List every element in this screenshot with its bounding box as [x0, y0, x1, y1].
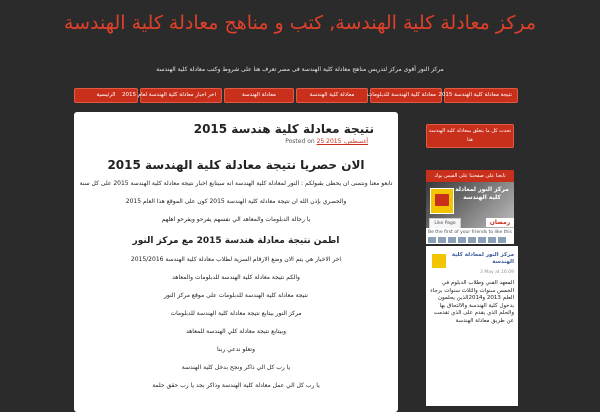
post-line: وبيتابع نتيجة معادلة كلي الهندسة للمعاهد — [185, 328, 287, 335]
post-meta-label: Posted on — [285, 138, 315, 145]
post-line: نتيجة معادلة كلية الهندسة للدبلومات على … — [164, 292, 308, 299]
post-line: والحصري بإذن الله ان نتيجة معادلة كلية ا… — [125, 198, 347, 205]
nav-item-news-2015[interactable]: اخر اخبار معادلة كلية الهندسة لعام 2015 — [122, 88, 222, 103]
post-line: مركز النور بيتابع نتيجة معادلة كلية الهن… — [170, 310, 302, 317]
sidebar-subscribe-box[interactable]: تحدث كل ما يتعلق بمعادلة كلية الهندسة هن… — [426, 124, 514, 148]
avatar[interactable] — [478, 237, 486, 243]
post-title[interactable]: نتيجة معادلة كلية هندسة 2015 — [134, 122, 374, 136]
post-line: يا رب كل الي ذاكر ونجح بدخل كلية الهندسة — [181, 364, 291, 371]
main-nav: الرئيسية اخر اخبار معادلة كلية الهندسة ل… — [74, 88, 518, 103]
fb-post-header: مركز النور لمعادلة كلية الهندسة 3 May at… — [428, 250, 516, 280]
post-heading-1: الان حصريا نتيجة معادلة كلية الهندسة 201… — [107, 158, 365, 172]
fb-post: مركز النور لمعادلة كلية الهندسة 3 May at… — [426, 246, 518, 406]
fb-post-author[interactable]: مركز النور لمعادلة كلية الهندسة — [448, 252, 514, 266]
post-line: وتعلو ندعي ربنا — [217, 346, 255, 353]
post-line: والكم نتيجة معادلة كلية الهندسة للدبلوما… — [172, 274, 300, 281]
post-date-link[interactable]: 25 أغسطس، 2015 — [317, 138, 368, 145]
nav-item-engineering-college[interactable]: معادلة كلية الهندسة — [296, 88, 368, 103]
fb-post-text: المعهد الفني وطلاب الدبلوم في الخمس سنوا… — [430, 280, 514, 324]
fb-post-avatar[interactable] — [432, 254, 446, 268]
post-meta: Posted on 25 أغسطس، 2015 — [108, 138, 368, 145]
fb-post-date[interactable]: 3 May at 16:09 — [448, 270, 514, 275]
avatar[interactable] — [438, 237, 446, 243]
post-line: يا رجالة الدبلومات والمعاهد الي نفسهم يف… — [161, 216, 311, 223]
post-content: نتيجة معادلة كلية هندسة 2015 Posted on 2… — [74, 112, 398, 412]
site-tagline: مركز النور أقوى مركز لتدريس مناهج معادلة… — [156, 66, 444, 73]
post-line: يا رب كل الي عمل معادلة كلية الهندسة وذا… — [152, 382, 320, 389]
post-line: تابعو معنا ونتمنى ان يحظى بقبولكم : النو… — [79, 180, 393, 187]
fb-page-logo[interactable] — [430, 188, 454, 214]
fb-page-name[interactable]: مركز النور لمعادلة كلية الهندسة — [454, 186, 510, 216]
avatar[interactable] — [488, 237, 496, 243]
fb-friends-box: Be the first of your friends to like thi… — [426, 228, 514, 244]
avatar[interactable] — [458, 237, 466, 243]
avatar[interactable] — [428, 237, 436, 243]
post-heading-2: اطمن نتيجة معادلة هندسة 2015 مع مركز الن… — [132, 236, 340, 246]
fb-friends-avatars — [428, 237, 512, 243]
avatar[interactable] — [498, 237, 506, 243]
site-title[interactable]: مركز معادلة كلية الهندسة, كتب و مناهج مع… — [60, 10, 540, 36]
avatar[interactable] — [468, 237, 476, 243]
nav-item-diplomas[interactable]: معادلة كلية الهندسة للدبلومات — [367, 88, 442, 103]
fb-page-card[interactable]: مركز النور لمعادلة كلية الهندسة Like Pag… — [426, 182, 514, 244]
nav-item-engineering-equation[interactable]: معادلة الهندسة — [224, 88, 294, 103]
fb-friends-text: Be the first of your friends to like thi… — [428, 230, 512, 235]
post-line: اخر الاخبار هي يتم الان وضع الارقام السر… — [130, 256, 342, 263]
avatar[interactable] — [448, 237, 456, 243]
fb-promo-badge: رمضان — [486, 218, 514, 227]
fb-widget-header: تابعنا على صفحتنا على الفيس بوك — [426, 170, 514, 182]
nav-item-result-2015[interactable]: نتيجة معادلة كلية الهندسة 2015 — [438, 88, 518, 103]
